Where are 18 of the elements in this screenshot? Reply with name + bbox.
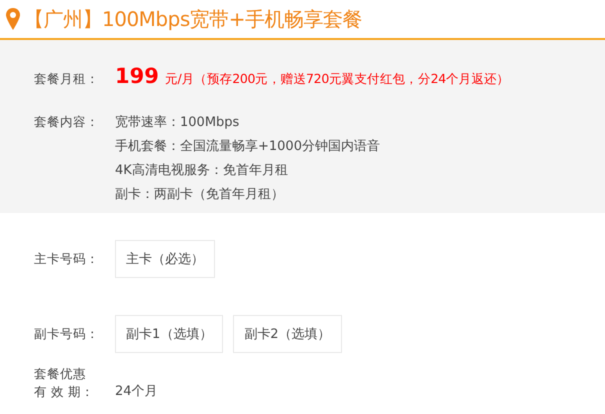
validity-value: 24个月 (115, 383, 158, 401)
number-select-button[interactable]: 主卡（必选） (115, 240, 215, 278)
validity-label: 有 效 期： (34, 383, 95, 401)
package-item: 手机套餐：全国流量畅享+1000分钟国内语音 (115, 138, 380, 156)
package-item: 4K高清电视服务：免首年月租 (115, 162, 289, 180)
package-item: 副卡：两副卡（免首年月租） (115, 186, 285, 204)
main-card-label: 主卡号码： (34, 250, 100, 268)
contents-label: 套餐内容： (34, 114, 100, 131)
validity-label: 套餐优惠 (34, 365, 87, 383)
number-select-button[interactable]: 副卡2（选填） (233, 315, 342, 353)
number-select-button[interactable]: 副卡1（选填） (115, 315, 224, 353)
price-note: 元/月（预存200元，赠送720元翼支付红包，分24个月返还） (164, 71, 510, 88)
page-title: 【广州】100Mbps宽带+手机畅享套餐 (24, 6, 362, 32)
sub-card-label: 副卡号码： (34, 326, 100, 342)
package-item: 宽带速率：100Mbps (115, 114, 240, 132)
price-label: 套餐月租： (34, 71, 100, 88)
location-pin-icon (6, 8, 20, 30)
price-amount: 199 (115, 64, 159, 88)
